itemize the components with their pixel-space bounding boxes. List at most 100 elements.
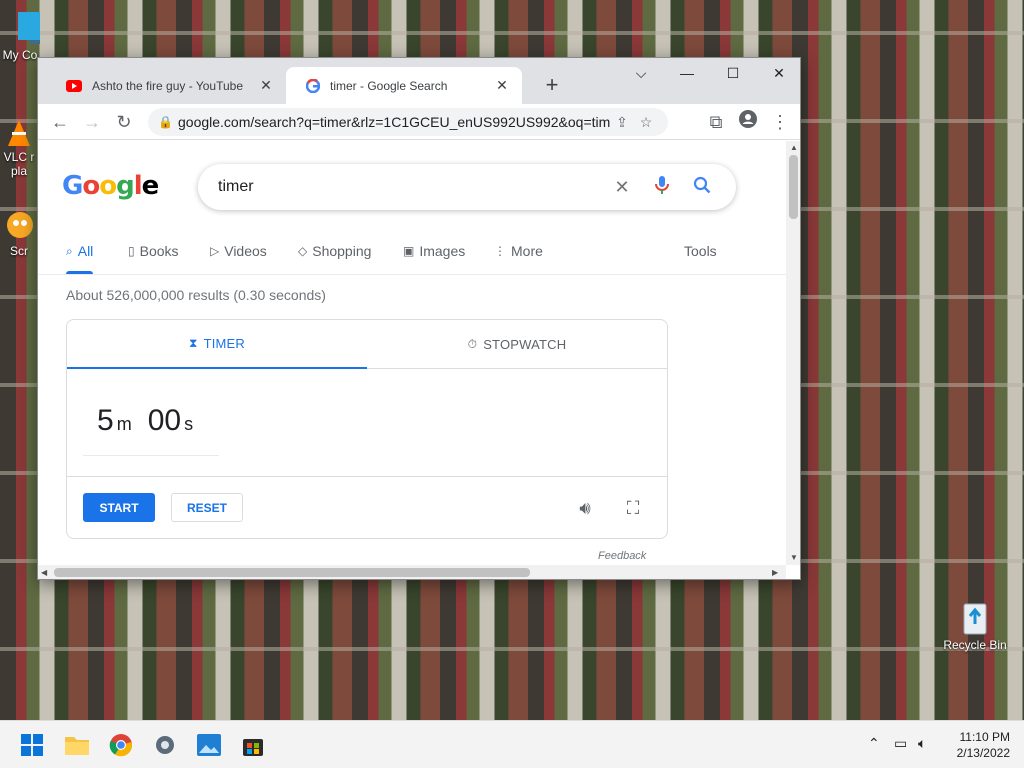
scroll-right-arrow-icon[interactable]: ▶ <box>772 568 778 577</box>
hourglass-icon: ⧗ <box>188 336 198 350</box>
taskbar-clock[interactable]: 11:10 PM 2/13/2022 <box>940 729 1010 761</box>
search-icon: ⌕ <box>66 243 73 258</box>
timer-seconds: 00 <box>147 404 182 437</box>
volume-tray-icon[interactable]: 🔈︎ <box>918 735 926 752</box>
tab-youtube[interactable]: Ashto the fire guy - YouTube ✕ <box>46 67 286 104</box>
browser-toolbar: ← → ↻ 🔒 google.com/search?q=timer&rlz=1C… <box>38 104 800 140</box>
logo-letter: o <box>82 171 100 201</box>
timer-seconds-unit: s <box>184 414 194 434</box>
search-results-page: Google timer ✕ ⌕ All ▯ Books ▷ Videos ◇ Shop… <box>38 141 786 565</box>
tab-search-dropdown-icon[interactable]: ⌵ <box>618 60 664 86</box>
stopwatch-icon: ⏱ <box>467 337 478 351</box>
recycle-bin-glyph-icon <box>963 603 987 635</box>
volume-icon[interactable]: 🔊︎ <box>573 496 597 520</box>
timer-tab-label: TIMER <box>203 336 246 351</box>
timer-underline <box>83 455 219 456</box>
lock-icon: 🔒 <box>158 115 173 129</box>
microphone-icon[interactable] <box>642 175 682 200</box>
tab-google-search[interactable]: timer - Google Search ✕ <box>286 67 522 104</box>
result-stats: About 526,000,000 results (0.30 seconds) <box>66 287 326 303</box>
image-icon: ▣ <box>403 244 415 258</box>
logo-letter: g <box>116 171 135 201</box>
nav-tab-all-label: All <box>77 243 94 259</box>
close-tab-youtube-icon[interactable]: ✕ <box>258 77 274 94</box>
more-icon: ⋮ <box>494 244 506 258</box>
extensions-puzzle-icon[interactable]: ⧉ <box>702 108 730 136</box>
nav-tab-all[interactable]: ⌕ All <box>66 243 94 274</box>
clock-date: 2/13/2022 <box>956 746 1010 760</box>
browser-window: Ashto the fire guy - YouTube ✕ timer - G… <box>37 57 801 580</box>
horizontal-scrollbar[interactable]: ◀ ▶ <box>38 565 786 579</box>
tab-youtube-title: Ashto the fire guy - YouTube <box>92 78 243 93</box>
store-bag-icon[interactable] <box>239 731 267 759</box>
forward-arrow-icon[interactable]: → <box>78 108 106 136</box>
chrome-icon[interactable] <box>107 731 135 759</box>
google-doodle-logo[interactable]: Google <box>62 171 159 201</box>
stopwatch-tab[interactable]: ⏱ STOPWATCH <box>367 320 667 369</box>
nav-tab-books[interactable]: ▯ Books <box>128 243 179 259</box>
nav-tab-videos[interactable]: ▷ Videos <box>210 243 267 259</box>
feedback-link[interactable]: Feedback <box>598 550 646 562</box>
stopwatch-tab-label: STOPWATCH <box>483 337 567 352</box>
photos-icon[interactable] <box>195 731 223 759</box>
minimize-button[interactable]: — <box>664 60 710 86</box>
scroll-up-arrow-icon[interactable]: ▲ <box>790 143 798 152</box>
maximize-button[interactable]: ☐ <box>710 60 756 86</box>
address-url[interactable]: google.com/search?q=timer&rlz=1C1GCEU_en… <box>178 114 610 130</box>
monitor-icon <box>18 12 40 44</box>
logo-letter: G <box>62 171 83 201</box>
timer-display[interactable]: 5 m 00 s <box>97 404 209 438</box>
start-windows-icon[interactable] <box>18 731 46 759</box>
address-bar[interactable]: 🔒 google.com/search?q=timer&rlz=1C1GCEU_… <box>148 108 668 136</box>
tools-button[interactable]: Tools <box>684 243 717 259</box>
scratch-icon[interactable]: Scr <box>0 208 38 258</box>
settings-gear-icon[interactable] <box>151 731 179 759</box>
scroll-down-arrow-icon[interactable]: ▼ <box>790 553 798 562</box>
network-icon[interactable]: ▭ <box>894 735 907 752</box>
tag-icon: ◇ <box>298 244 308 258</box>
timer-card-tabs: ⧗ TIMER ⏱ STOPWATCH <box>67 320 667 369</box>
timer-minutes-unit: m <box>116 414 132 434</box>
nav-tab-shopping-label: Shopping <box>312 243 372 259</box>
back-arrow-icon[interactable]: ← <box>46 108 74 136</box>
timer-tab[interactable]: ⧗ TIMER <box>67 320 367 369</box>
reset-button[interactable]: RESET <box>171 493 243 522</box>
search-submit-icon[interactable] <box>682 176 722 199</box>
bookmark-star-icon[interactable]: ☆ <box>634 114 658 131</box>
close-window-button[interactable]: ✕ <box>756 60 800 86</box>
nav-tab-images[interactable]: ▣ Images <box>403 243 465 259</box>
profile-avatar-icon[interactable] <box>734 108 762 136</box>
fullscreen-icon[interactable]: ⛶ <box>621 496 645 520</box>
tray-chevron-up-icon[interactable]: ⌃ <box>868 735 880 752</box>
search-query-input[interactable]: timer <box>218 178 602 196</box>
recycle-bin-label: Recycle Bin <box>943 638 1007 652</box>
timer-minutes: 5 <box>97 404 114 437</box>
nav-tab-more-label: More <box>511 243 543 259</box>
horizontal-scroll-thumb[interactable] <box>54 568 530 577</box>
timer-card: ⧗ TIMER ⏱ STOPWATCH 5 m 00 s START RESET… <box>66 319 668 539</box>
vertical-scrollbar[interactable]: ▲ ▼ <box>786 141 800 565</box>
nav-tab-shopping[interactable]: ◇ Shopping <box>298 243 371 259</box>
browser-menu-kebab-icon[interactable]: ⋮ <box>766 108 794 136</box>
new-tab-button[interactable]: + <box>538 72 566 100</box>
vlc-label-2: pla <box>10 164 27 178</box>
scroll-left-arrow-icon[interactable]: ◀ <box>41 568 47 577</box>
taskbar: ⌃ ▭ 🔈︎ 11:10 PM 2/13/2022 <box>0 720 1024 768</box>
start-button[interactable]: START <box>83 493 155 522</box>
file-explorer-icon[interactable] <box>63 731 91 759</box>
vlc-icon[interactable]: VLC r pla <box>0 118 38 178</box>
timer-divider <box>67 476 667 477</box>
clear-search-icon[interactable]: ✕ <box>602 177 642 198</box>
my-computer-icon[interactable]: My Co <box>0 10 40 62</box>
tab-google-title: timer - Google Search <box>330 78 448 93</box>
youtube-icon <box>66 79 82 92</box>
reload-icon[interactable]: ↻ <box>110 108 138 136</box>
vlc-cone-icon <box>8 120 30 146</box>
search-box[interactable]: timer ✕ <box>198 164 736 210</box>
vertical-scroll-thumb[interactable] <box>789 155 798 219</box>
share-icon[interactable]: ⇪ <box>610 114 634 131</box>
nav-tab-more[interactable]: ⋮ More <box>494 243 543 259</box>
close-tab-google-icon[interactable]: ✕ <box>494 77 510 94</box>
recycle-bin-icon[interactable]: Recycle Bin <box>942 598 1008 652</box>
search-nav-tabs: ⌕ All ▯ Books ▷ Videos ◇ Shopping ▣ Images ⋮ M… <box>38 229 786 275</box>
